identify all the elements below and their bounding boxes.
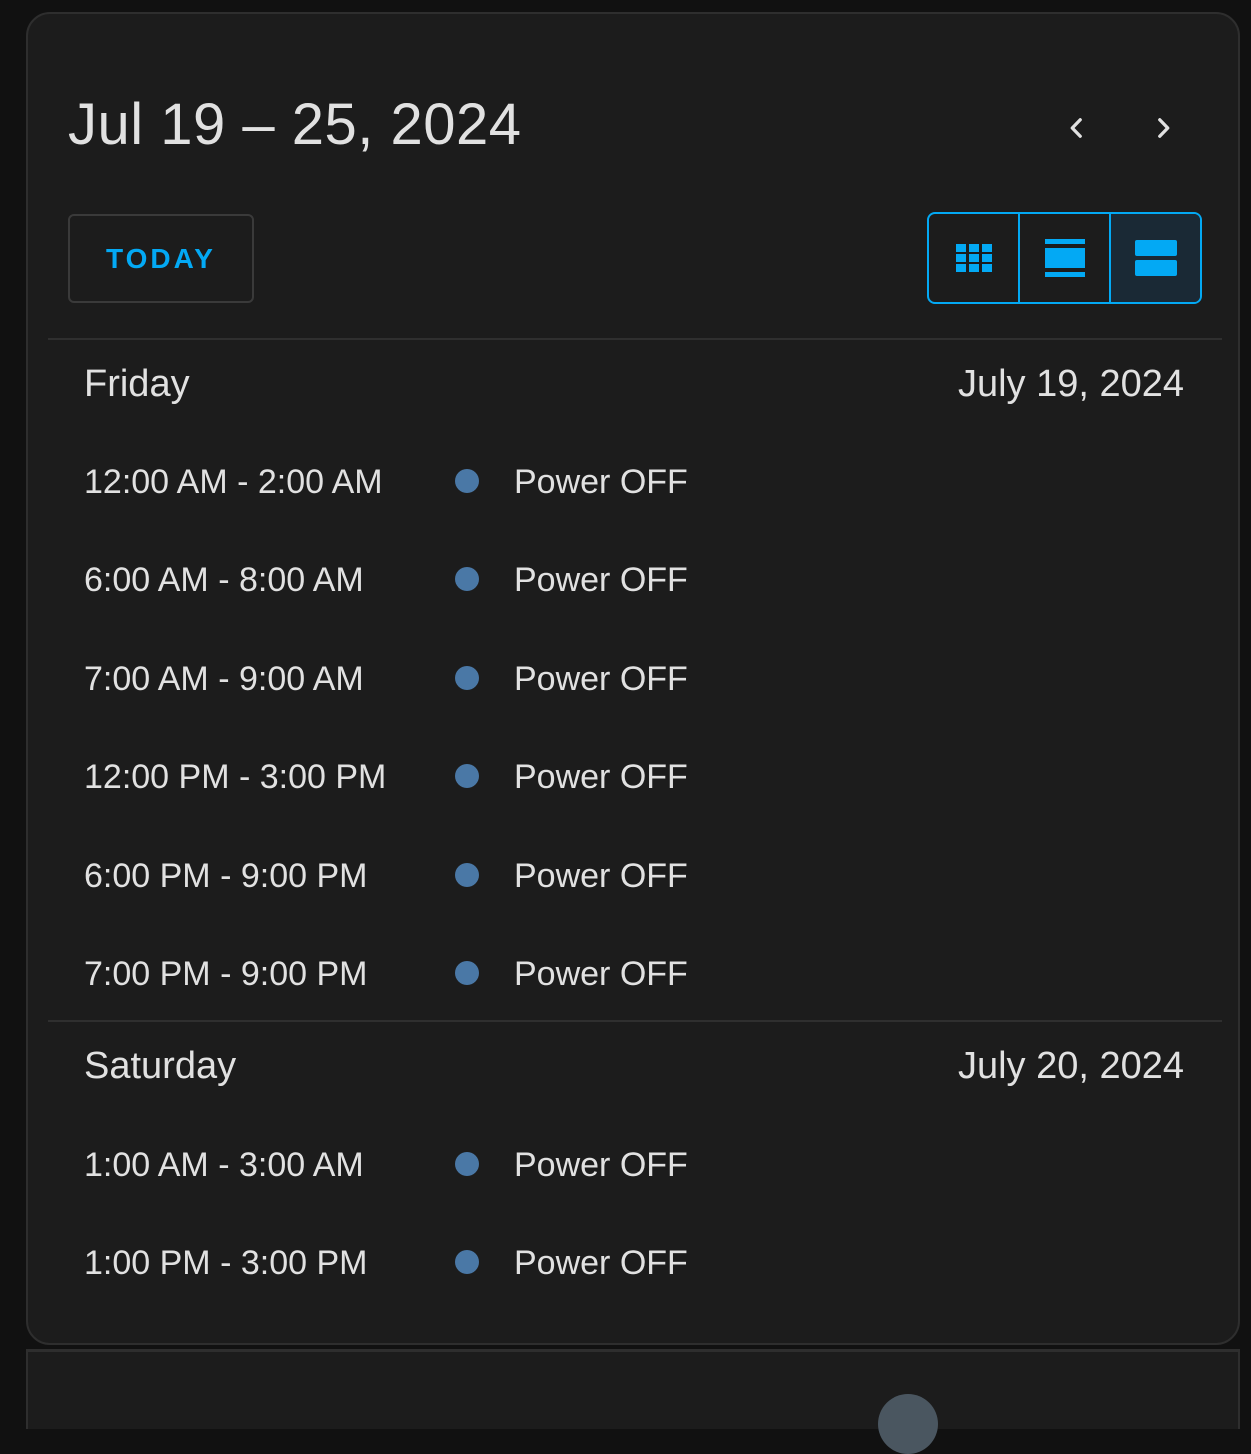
- next-card: [26, 1349, 1240, 1454]
- view-week-button[interactable]: [1018, 214, 1109, 302]
- view-switcher: [927, 212, 1202, 304]
- week-list-icon: [1044, 239, 1085, 277]
- event-time: 7:00 PM - 9:00 PM: [84, 955, 368, 993]
- month-grid-icon: [955, 244, 992, 272]
- event-dot: [455, 666, 479, 690]
- chevron-right-icon: [1158, 118, 1170, 138]
- list-item[interactable]: 7:00 AM - 9:00 AM Power OFF: [84, 654, 1184, 714]
- event-title: Power OFF: [514, 1244, 688, 1282]
- next-button[interactable]: [1140, 104, 1188, 152]
- today-button[interactable]: TODAY: [68, 214, 254, 303]
- event-time: 6:00 AM - 8:00 AM: [84, 561, 364, 599]
- event-dot: [455, 1152, 479, 1176]
- date-range-title: Jul 19 – 25, 2024: [68, 92, 522, 157]
- event-title: Power OFF: [514, 1146, 688, 1184]
- event-time: 7:00 AM - 9:00 AM: [84, 660, 364, 698]
- day-date: July 19, 2024: [957, 363, 1184, 405]
- list-item[interactable]: 6:00 AM - 8:00 AM Power OFF: [84, 555, 1184, 615]
- divider: [48, 1020, 1222, 1022]
- list-item[interactable]: 1:00 PM - 3:00 PM Power OFF: [84, 1238, 1184, 1298]
- event-time: 1:00 AM - 3:00 AM: [84, 1146, 364, 1184]
- event-title: Power OFF: [514, 660, 688, 698]
- event-dot: [455, 863, 479, 887]
- avatar: [878, 1394, 938, 1454]
- event-title: Power OFF: [514, 463, 688, 501]
- event-title: Power OFF: [514, 561, 688, 599]
- list-item[interactable]: 7:00 PM - 9:00 PM Power OFF: [84, 949, 1184, 1009]
- chevron-left-icon: [1070, 118, 1082, 138]
- view-month-button[interactable]: [929, 214, 1018, 302]
- event-dot: [455, 469, 479, 493]
- event-title: Power OFF: [514, 857, 688, 895]
- list-item[interactable]: 12:00 AM - 2:00 AM Power OFF: [84, 457, 1184, 517]
- event-dot: [455, 764, 479, 788]
- view-day-button[interactable]: [1109, 214, 1200, 302]
- divider: [48, 338, 1222, 340]
- previous-button[interactable]: [1052, 104, 1100, 152]
- day-list-icon: [1134, 240, 1177, 276]
- event-time: 12:00 PM - 3:00 PM: [84, 758, 387, 796]
- event-dot: [455, 1250, 479, 1274]
- event-time: 1:00 PM - 3:00 PM: [84, 1244, 368, 1282]
- calendar-card: Jul 19 – 25, 2024 TODAY Friday July 19, …: [26, 12, 1240, 1345]
- list-item[interactable]: 12:00 PM - 3:00 PM Power OFF: [84, 752, 1184, 812]
- day-date: July 20, 2024: [957, 1045, 1184, 1087]
- event-dot: [455, 567, 479, 591]
- event-time: 6:00 PM - 9:00 PM: [84, 857, 368, 895]
- day-name: Friday: [84, 363, 190, 405]
- event-time: 12:00 AM - 2:00 AM: [84, 463, 383, 501]
- day-name: Saturday: [84, 1045, 237, 1087]
- event-title: Power OFF: [514, 758, 688, 796]
- event-dot: [455, 961, 479, 985]
- list-item[interactable]: 1:00 AM - 3:00 AM Power OFF: [84, 1140, 1184, 1200]
- list-item[interactable]: 6:00 PM - 9:00 PM Power OFF: [84, 851, 1184, 911]
- event-title: Power OFF: [514, 955, 688, 993]
